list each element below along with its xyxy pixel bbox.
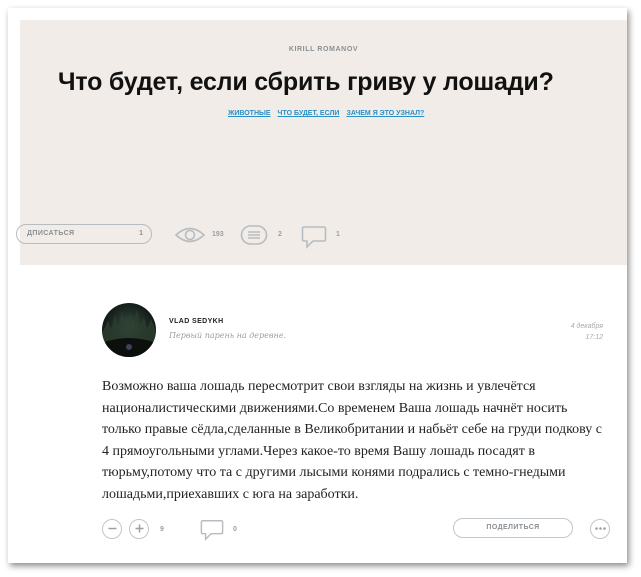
minus-icon [108, 527, 116, 530]
author-tagline: Первый парень на деревне. [169, 331, 287, 340]
subscribe-count: 1 [139, 230, 143, 237]
tag-what-if[interactable]: ЧТО БУДЕТ, ЕСЛИ [278, 110, 340, 117]
tag-animals[interactable]: ЖИВОТНЫЕ [228, 110, 271, 117]
downvote-button[interactable] [102, 519, 122, 539]
plus-icon [135, 524, 143, 533]
rating-count: 9 [160, 526, 164, 533]
subscribe-label: ДПИСАТЬСЯ [27, 230, 75, 237]
answers-count: 2 [278, 231, 282, 238]
avatar[interactable] [102, 303, 156, 357]
eye-icon [174, 227, 206, 243]
comment-date-day: 4 декабря [570, 323, 603, 330]
post-author[interactable]: KIRILL ROMANOV [20, 46, 627, 53]
avatar-image [102, 309, 156, 357]
post-title: Что будет, если сбрить гриву у лошади? [58, 68, 554, 96]
comment-author[interactable]: VLAD SEDYKH [169, 318, 224, 325]
answers-icon[interactable] [240, 225, 268, 245]
post-card: KIRILL ROMANOV Что будет, если сбрить гр… [8, 8, 627, 563]
comment-actions: 9 0 ПОДЕЛИТЬСЯ [102, 518, 612, 548]
post-header: KIRILL ROMANOV Что будет, если сбрить гр… [16, 20, 627, 265]
more-dots-icon [594, 527, 606, 530]
comment: VLAD SEDYKH Первый парень на деревне. 4 … [8, 265, 627, 563]
tag-list: ЖИВОТНЫЕ ЧТО БУДЕТ, ЕСЛИ ЗАЧЕМ Я ЭТО УЗНАЛ… [228, 110, 431, 117]
comments-count: 1 [336, 231, 340, 238]
comment-date: 4 декабря 17:12 [571, 321, 603, 343]
tag-why-i-learned[interactable]: ЗАЧЕМ Я ЭТО УЗНАЛ? [346, 110, 424, 117]
more-button[interactable] [590, 519, 610, 539]
comment-icon[interactable] [301, 225, 327, 249]
share-button[interactable]: ПОДЕЛИТЬСЯ [453, 518, 573, 538]
comment-text: Возможно ваша лошадь пересмотрит свои вз… [102, 379, 603, 502]
views-count: 193 [212, 231, 224, 238]
upvote-button[interactable] [129, 519, 149, 539]
reply-icon[interactable] [200, 518, 224, 542]
replies-count: 0 [233, 526, 237, 533]
comment-date-time: 17:12 [585, 334, 603, 341]
subscribe-button[interactable]: ДПИСАТЬСЯ 1 [16, 224, 152, 244]
